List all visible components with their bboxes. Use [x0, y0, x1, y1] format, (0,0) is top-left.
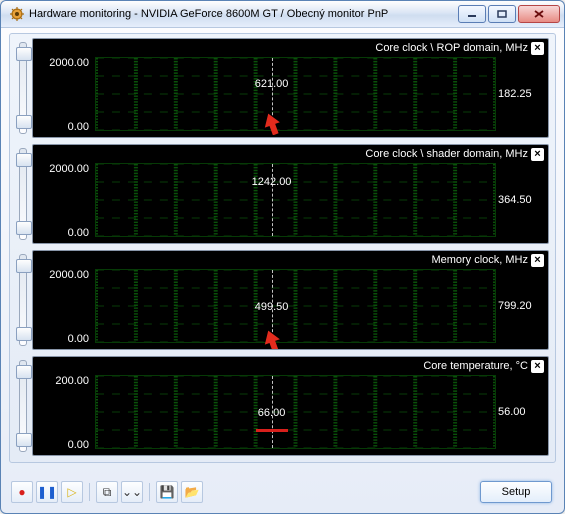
plot-area[interactable]: 1242.00	[95, 163, 496, 237]
chart-row-0: Core clock \ ROP domain, MHz× 2000.00 0.00…	[14, 38, 549, 138]
cursor-line	[272, 58, 273, 130]
y-tick-max: 2000.00	[37, 163, 89, 175]
cursor-value: 621.00	[255, 78, 289, 90]
app-icon	[9, 6, 25, 22]
chart-title: Core clock \ shader domain, MHz	[365, 148, 528, 160]
current-value: 56.00	[498, 375, 544, 449]
y-axis: 2000.00 0.00	[37, 163, 95, 239]
pause-icon[interactable]: ❚❚	[36, 481, 58, 503]
current-value: 364.50	[498, 163, 544, 237]
chart[interactable]: Core clock \ ROP domain, MHz× 2000.00 0.00…	[32, 38, 549, 138]
chart-row-3: Core temperature, °C× 200.00 0.00 66.00 56.0…	[14, 356, 549, 456]
y-tick-min: 0.00	[37, 227, 89, 239]
plot-area[interactable]: 66.00	[95, 375, 496, 449]
setup-button[interactable]: Setup	[480, 481, 552, 503]
chevrons-down-icon[interactable]: ⌄⌄	[121, 481, 143, 503]
chart-close-icon[interactable]: ×	[531, 42, 544, 55]
y-tick-min: 0.00	[37, 333, 89, 345]
save-icon[interactable]: 💾	[156, 481, 178, 503]
tag-icon[interactable]: ▷	[61, 481, 83, 503]
y-tick-min: 0.00	[37, 439, 89, 451]
titlebar[interactable]: Hardware monitoring - NVIDIA GeForce 860…	[1, 1, 564, 28]
minimize-button[interactable]	[458, 5, 486, 23]
vertical-slider[interactable]	[14, 250, 32, 350]
chart-title: Memory clock, MHz	[431, 254, 528, 266]
current-value: 182.25	[498, 57, 544, 131]
chart-title: Core clock \ ROP domain, MHz	[375, 42, 528, 54]
chart[interactable]: Memory clock, MHz× 2000.00 0.00 499.50 799.2…	[32, 250, 549, 350]
chart[interactable]: Core clock \ shader domain, MHz× 2000.00 0…	[32, 144, 549, 244]
toolbar-separator	[89, 483, 90, 501]
y-axis: 2000.00 0.00	[37, 269, 95, 345]
cursor-value: 66.00	[258, 407, 286, 419]
window-title: Hardware monitoring - NVIDIA GeForce 860…	[29, 8, 458, 20]
chart-row-2: Memory clock, MHz× 2000.00 0.00 499.50 799.2…	[14, 250, 549, 350]
y-tick-min: 0.00	[37, 121, 89, 133]
y-axis: 2000.00 0.00	[37, 57, 95, 133]
y-tick-max: 200.00	[37, 375, 89, 387]
window-frame: Hardware monitoring - NVIDIA GeForce 860…	[0, 0, 565, 514]
y-tick-max: 2000.00	[37, 269, 89, 281]
close-button[interactable]	[518, 5, 560, 23]
current-value: 799.20	[498, 269, 544, 343]
y-tick-max: 2000.00	[37, 57, 89, 69]
vertical-slider[interactable]	[14, 144, 32, 244]
chart-close-icon[interactable]: ×	[531, 148, 544, 161]
toolbar-separator	[149, 483, 150, 501]
plot-area[interactable]: 499.50	[95, 269, 496, 343]
vertical-slider[interactable]	[14, 356, 32, 456]
vertical-slider[interactable]	[14, 38, 32, 138]
cursor-value: 1242.00	[252, 176, 292, 188]
chart-row-1: Core clock \ shader domain, MHz× 2000.00 0…	[14, 144, 549, 244]
y-axis: 200.00 0.00	[37, 375, 95, 451]
record-icon[interactable]: ●	[11, 481, 33, 503]
plot-area[interactable]: 621.00	[95, 57, 496, 131]
chart-title: Core temperature, °C	[423, 360, 528, 372]
chart-close-icon[interactable]: ×	[531, 360, 544, 373]
cursor-line	[272, 164, 273, 236]
charts-panel: Core clock \ ROP domain, MHz×2000.000.00…	[9, 33, 556, 463]
cursor-value: 499.50	[255, 301, 289, 313]
copy-icon[interactable]: ⧉	[96, 481, 118, 503]
toolbar: ●❚❚▷ ⧉⌄⌄ 💾📂	[11, 481, 203, 503]
chart[interactable]: Core temperature, °C× 200.00 0.00 66.00 56.0…	[32, 356, 549, 456]
folder-icon[interactable]: 📂	[181, 481, 203, 503]
red-bar	[256, 429, 288, 432]
maximize-button[interactable]	[488, 5, 516, 23]
chart-close-icon[interactable]: ×	[531, 254, 544, 267]
